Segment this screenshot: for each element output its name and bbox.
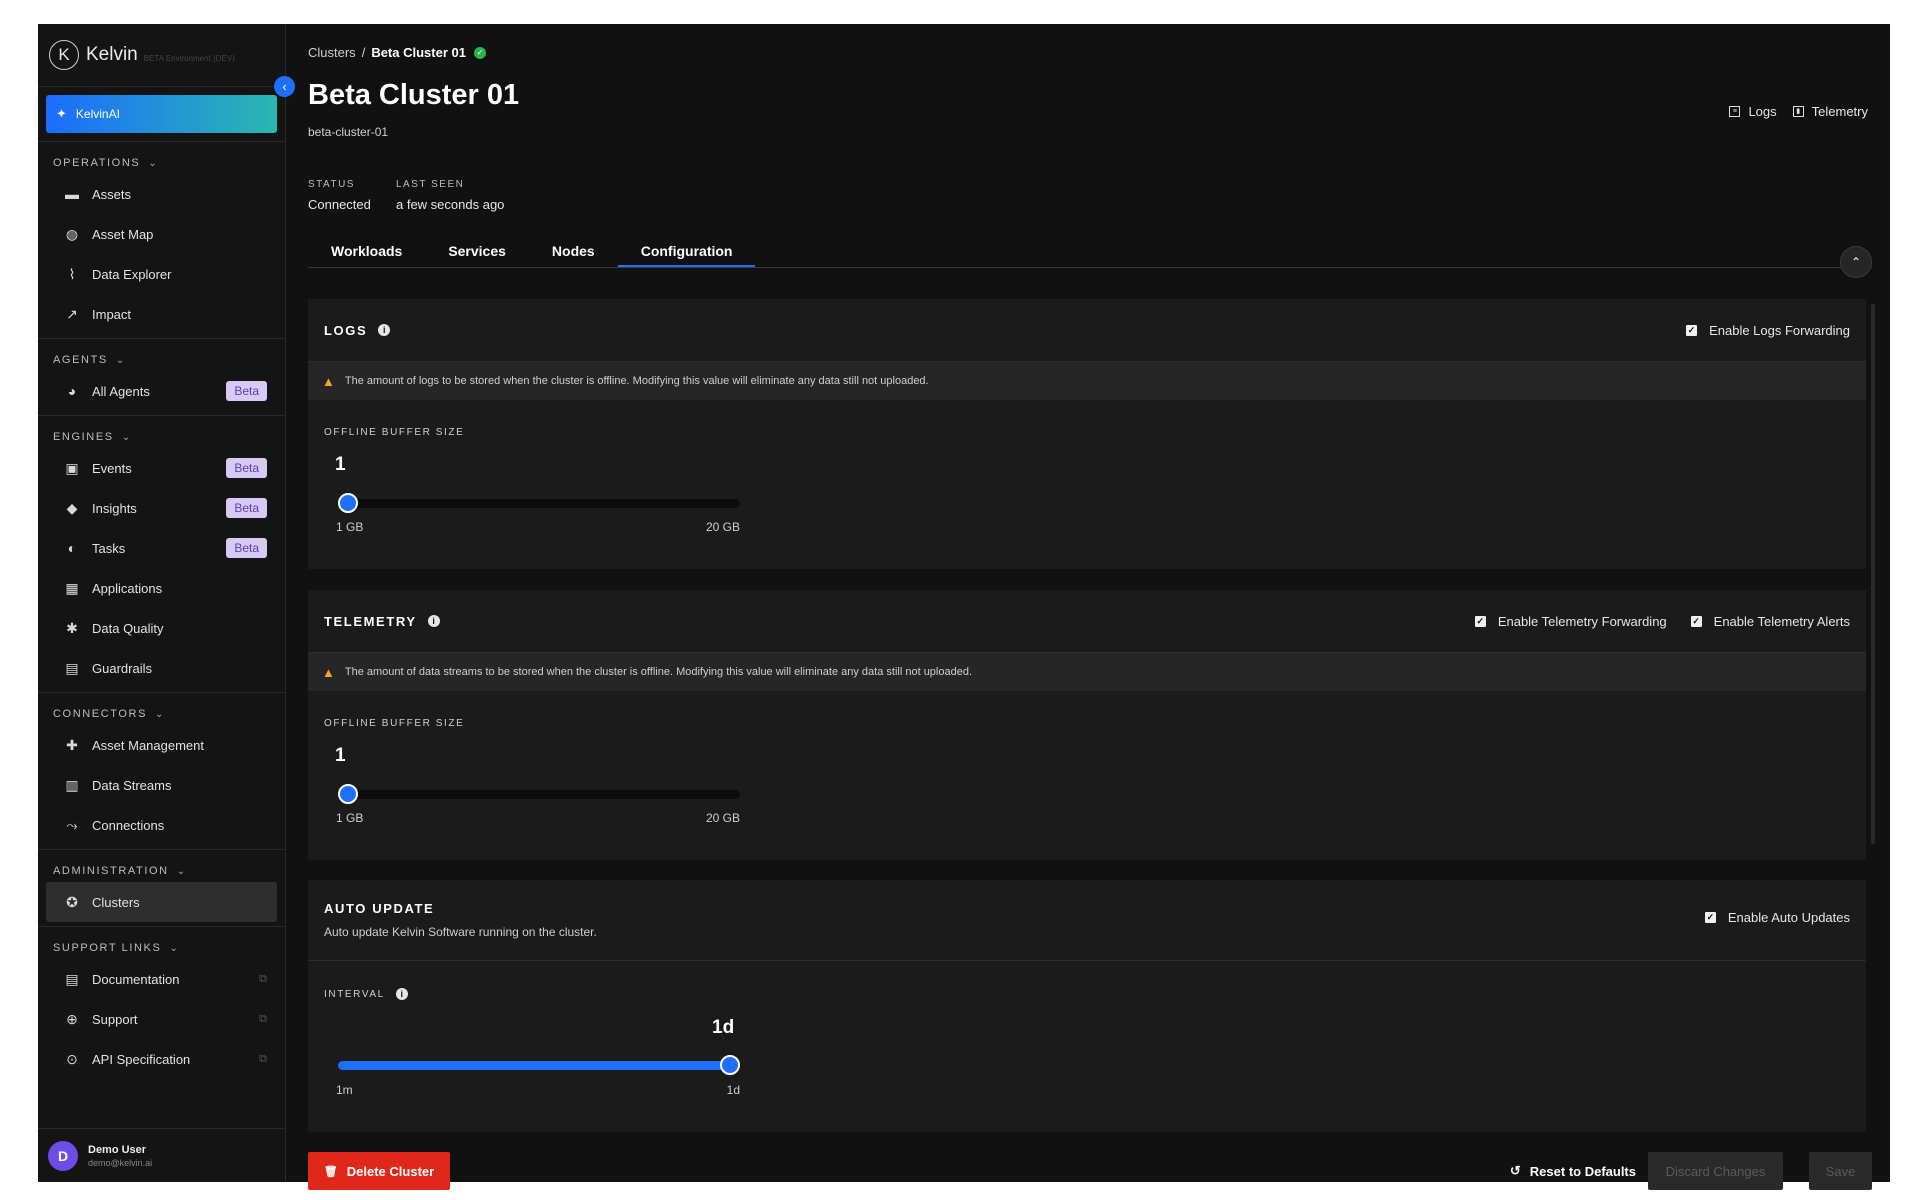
checkbox-checked-icon: ✓ bbox=[1686, 324, 1698, 336]
telemetry-warning: ▲ The amount of data streams to be store… bbox=[308, 653, 1866, 691]
slider-min-label: 1 GB bbox=[336, 520, 364, 534]
slider-track[interactable] bbox=[338, 790, 740, 799]
checkbox-checked-icon: ✓ bbox=[1474, 615, 1486, 627]
last-seen-label: LAST SEEN bbox=[396, 179, 465, 190]
status-label: STATUS bbox=[308, 179, 355, 190]
footer-actions: 🗑 Delete Cluster ↺ Reset to Defaults Dis… bbox=[308, 1152, 1872, 1190]
enable-telemetry-alerts-label: Enable Telemetry Alerts bbox=[1713, 613, 1850, 629]
slider-value: 1 bbox=[335, 745, 346, 766]
telemetry-title: TELEMETRY bbox=[324, 613, 417, 629]
interval-label-row: INTERVAL i bbox=[324, 988, 408, 1000]
breadcrumb-current: Beta Cluster 01 bbox=[371, 45, 466, 60]
warning-icon: ▲ bbox=[322, 373, 335, 389]
auto-update-description: Auto update Kelvin Software running on t… bbox=[324, 925, 597, 939]
tab-bar: Workloads Services Nodes Configuration bbox=[308, 242, 1872, 268]
logs-card: LOGS i ✓ Enable Logs Forwarding ▲ The am… bbox=[308, 299, 1866, 569]
slider-track[interactable] bbox=[338, 499, 740, 508]
telemetry-icon: ▮ bbox=[1792, 106, 1804, 117]
enable-logs-forwarding-checkbox[interactable]: ✓ Enable Logs Forwarding bbox=[1686, 323, 1850, 338]
auto-update-card: AUTO UPDATE Auto update Kelvin Software … bbox=[308, 880, 1866, 1132]
slider-thumb[interactable] bbox=[338, 493, 358, 513]
breadcrumb: Clusters / Beta Cluster 01 ✓ bbox=[308, 45, 486, 60]
telemetry-link[interactable]: ▮ Telemetry bbox=[1792, 104, 1868, 119]
enable-telemetry-forwarding-label: Enable Telemetry Forwarding bbox=[1497, 613, 1667, 629]
save-button[interactable]: Save bbox=[1809, 1152, 1872, 1190]
slider-thumb[interactable] bbox=[338, 784, 358, 804]
last-seen-block: LAST SEEN a few seconds ago bbox=[396, 179, 504, 212]
logs-warning: ▲ The amount of logs to be stored when t… bbox=[308, 362, 1866, 400]
slider-thumb[interactable] bbox=[720, 1055, 740, 1075]
info-icon[interactable]: i bbox=[427, 615, 440, 627]
collapse-header-button[interactable]: ⌃ bbox=[1840, 246, 1872, 278]
status-block: STATUS Connected bbox=[308, 179, 371, 212]
enable-logs-forwarding-label: Enable Logs Forwarding bbox=[1709, 322, 1850, 338]
delete-cluster-label: Delete Cluster bbox=[346, 1163, 435, 1179]
info-icon[interactable]: i bbox=[378, 324, 391, 336]
warning-icon: ▲ bbox=[322, 664, 335, 680]
reset-icon: ↺ bbox=[1509, 1163, 1521, 1178]
slider-max-label: 20 GB bbox=[705, 811, 740, 825]
logs-buffer-slider[interactable]: 1 1 GB 20 GB bbox=[335, 454, 740, 534]
interval-slider[interactable]: 1d 1m 1d bbox=[336, 1017, 740, 1107]
telemetry-warning-text: The amount of data streams to be stored … bbox=[344, 666, 973, 678]
tab-services[interactable]: Services bbox=[425, 242, 529, 267]
logs-card-header: LOGS i ✓ Enable Logs Forwarding bbox=[308, 299, 1866, 362]
logs-title: LOGS bbox=[324, 322, 368, 338]
telemetry-card: TELEMETRY i ✓ Enable Telemetry Forwardin… bbox=[308, 590, 1866, 860]
reset-label: Reset to Defaults bbox=[1529, 1163, 1636, 1179]
logs-icon: ≡ bbox=[1729, 106, 1741, 117]
header-links: ≡ Logs ▮ Telemetry bbox=[1713, 104, 1868, 119]
slider-min-label: 1m bbox=[336, 1083, 353, 1097]
breadcrumb-separator: / bbox=[361, 45, 366, 60]
checkbox-checked-icon: ✓ bbox=[1690, 615, 1702, 627]
slider-fill bbox=[338, 1061, 740, 1070]
interval-label: INTERVAL bbox=[324, 988, 385, 1000]
info-icon[interactable]: i bbox=[395, 988, 408, 1000]
collapse-sidebar-button[interactable]: ‹ bbox=[274, 76, 295, 97]
checkbox-checked-icon: ✓ bbox=[1704, 912, 1716, 923]
logs-link-label: Logs bbox=[1748, 104, 1777, 119]
slider-min-label: 1 GB bbox=[336, 811, 364, 825]
delete-cluster-button[interactable]: 🗑 Delete Cluster bbox=[308, 1152, 450, 1190]
logs-buffer-label: OFFLINE BUFFER SIZE bbox=[324, 427, 465, 438]
auto-update-title: AUTO UPDATE bbox=[324, 901, 435, 916]
telemetry-link-label: Telemetry bbox=[1811, 104, 1868, 119]
enable-auto-updates-checkbox[interactable]: ✓ Enable Auto Updates bbox=[1704, 910, 1850, 925]
last-seen-value: a few seconds ago bbox=[396, 197, 505, 212]
chevron-left-icon: ‹ bbox=[282, 79, 287, 94]
telemetry-buffer-slider[interactable]: 1 1 GB 20 GB bbox=[335, 745, 740, 825]
trash-icon: 🗑 bbox=[323, 1165, 338, 1178]
slider-max-label: 20 GB bbox=[705, 520, 740, 534]
slider-track[interactable] bbox=[338, 1061, 740, 1070]
scrollbar[interactable] bbox=[1871, 304, 1875, 844]
breadcrumb-clusters-link[interactable]: Clusters bbox=[308, 45, 356, 60]
telemetry-card-header: TELEMETRY i ✓ Enable Telemetry Forwardin… bbox=[308, 590, 1866, 653]
page-title: Beta Cluster 01 bbox=[308, 79, 520, 111]
reset-to-defaults-button[interactable]: ↺ Reset to Defaults bbox=[1510, 1152, 1636, 1190]
discard-changes-button[interactable]: Discard Changes bbox=[1648, 1152, 1783, 1190]
logs-warning-text: The amount of logs to be stored when the… bbox=[344, 375, 929, 387]
tab-nodes[interactable]: Nodes bbox=[529, 242, 618, 267]
cluster-id: beta-cluster-01 bbox=[308, 125, 389, 139]
slider-value: 1d bbox=[712, 1017, 735, 1038]
enable-auto-updates-label: Enable Auto Updates bbox=[1727, 910, 1850, 925]
logs-link[interactable]: ≡ Logs bbox=[1729, 104, 1777, 119]
tab-configuration[interactable]: Configuration bbox=[617, 242, 756, 267]
check-circle-icon: ✓ bbox=[473, 46, 486, 59]
slider-max-label: 1d bbox=[726, 1083, 740, 1097]
enable-telemetry-forwarding-checkbox[interactable]: ✓ Enable Telemetry Forwarding bbox=[1474, 613, 1667, 629]
slider-value: 1 bbox=[335, 454, 346, 475]
telemetry-buffer-label: OFFLINE BUFFER SIZE bbox=[324, 718, 465, 729]
enable-telemetry-alerts-checkbox[interactable]: ✓ Enable Telemetry Alerts bbox=[1690, 613, 1850, 629]
chevron-up-icon: ⌃ bbox=[1850, 255, 1862, 269]
status-value: Connected bbox=[308, 197, 371, 212]
tab-workloads[interactable]: Workloads bbox=[308, 242, 425, 267]
auto-update-card-header: AUTO UPDATE Auto update Kelvin Software … bbox=[308, 880, 1866, 961]
